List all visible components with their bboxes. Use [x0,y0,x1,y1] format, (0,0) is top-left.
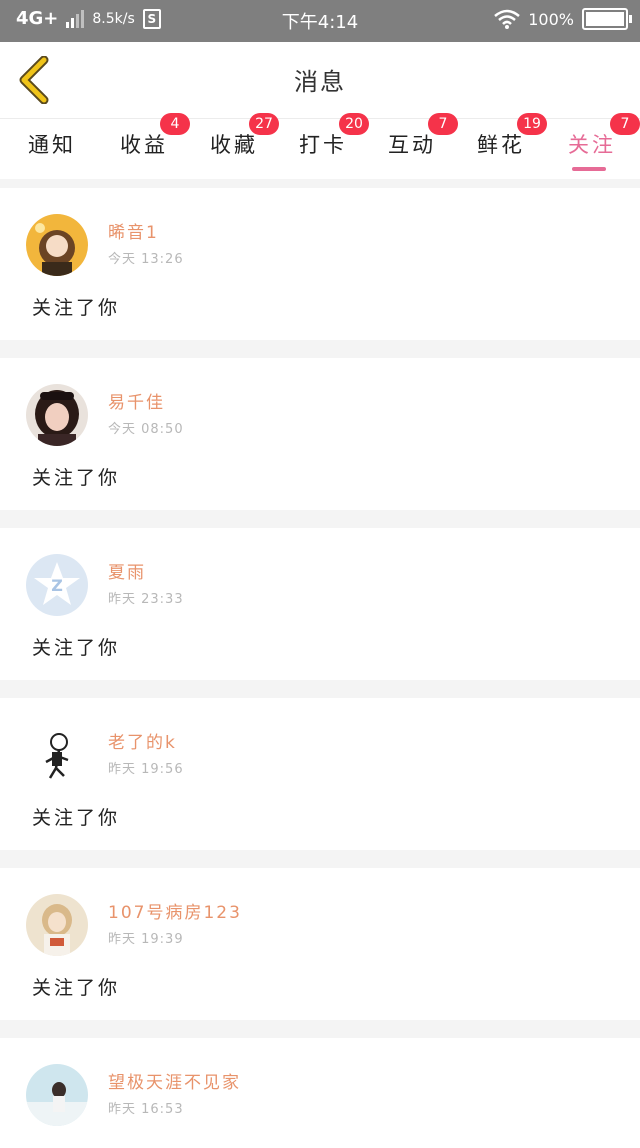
action-text: 关注了你 [32,977,121,999]
tab-checkin[interactable]: 打卡 [299,129,347,159]
tab-interaction[interactable]: 互动 [388,129,436,159]
list-item[interactable]: 晞音1 今天 13:26 关注了你 [0,188,640,340]
tab-interaction-badge: 7 [428,113,458,135]
battery-icon [582,8,632,30]
status-right: 100% [494,8,632,30]
username[interactable]: 老了的k [108,728,177,753]
action-text: 关注了你 [32,297,121,319]
timestamp: 昨天 19:56 [108,762,184,777]
header: 消息 [0,42,640,118]
avatar[interactable] [26,1064,88,1126]
list-item[interactable]: 望极天涯不见家 昨天 16:53 [0,1038,640,1148]
timestamp: 昨天 16:53 [108,1102,184,1117]
tab-checkin-badge: 20 [339,113,369,135]
timestamp: 昨天 19:39 [108,932,184,947]
timestamp: 今天 08:50 [108,422,184,437]
list-item[interactable]: 老了的k 昨天 19:56 关注了你 [0,698,640,850]
wifi-icon [494,9,521,29]
username[interactable]: 夏雨 [108,558,146,583]
username[interactable]: 107号病房123 [108,898,242,923]
list-item[interactable]: Z 夏雨 昨天 23:33 关注了你 [0,528,640,680]
active-tab-indicator [572,167,606,171]
page-title: 消息 [294,68,346,96]
tab-favorites[interactable]: 收藏 [210,129,258,159]
username[interactable]: 晞音1 [108,218,159,243]
list-item[interactable]: 易千佳 今天 08:50 关注了你 [0,358,640,510]
action-text: 关注了你 [32,807,121,829]
avatar[interactable] [26,214,88,276]
tab-earnings-badge: 4 [160,113,190,135]
tab-bar: 通知 收益 4 收藏 27 打卡 20 互动 7 鲜花 19 关注 7 [0,113,640,179]
tab-flowers[interactable]: 鲜花 [477,129,525,159]
username[interactable]: 望极天涯不见家 [108,1068,241,1093]
status-bar: 4G+ 8.5k/s S 下午4:14 100% [0,0,640,42]
username[interactable]: 易千佳 [108,388,165,413]
tab-earnings[interactable]: 收益 [120,129,168,159]
tab-following[interactable]: 关注 [568,129,616,159]
avatar[interactable] [26,894,88,956]
tab-flowers-badge: 19 [517,113,547,135]
avatar[interactable] [26,384,88,446]
battery-percent: 100% [528,9,574,29]
tab-notifications[interactable]: 通知 [28,129,76,159]
avatar[interactable]: Z [26,554,88,616]
action-text: 关注了你 [32,637,121,659]
svg-text:Z: Z [51,576,63,595]
action-text: 关注了你 [32,467,121,489]
tab-favorites-badge: 27 [249,113,279,135]
avatar[interactable] [26,724,88,786]
timestamp: 今天 13:26 [108,252,184,267]
tab-following-badge: 7 [610,113,640,135]
timestamp: 昨天 23:33 [108,592,184,607]
list-item[interactable]: 107号病房123 昨天 19:39 关注了你 [0,868,640,1020]
